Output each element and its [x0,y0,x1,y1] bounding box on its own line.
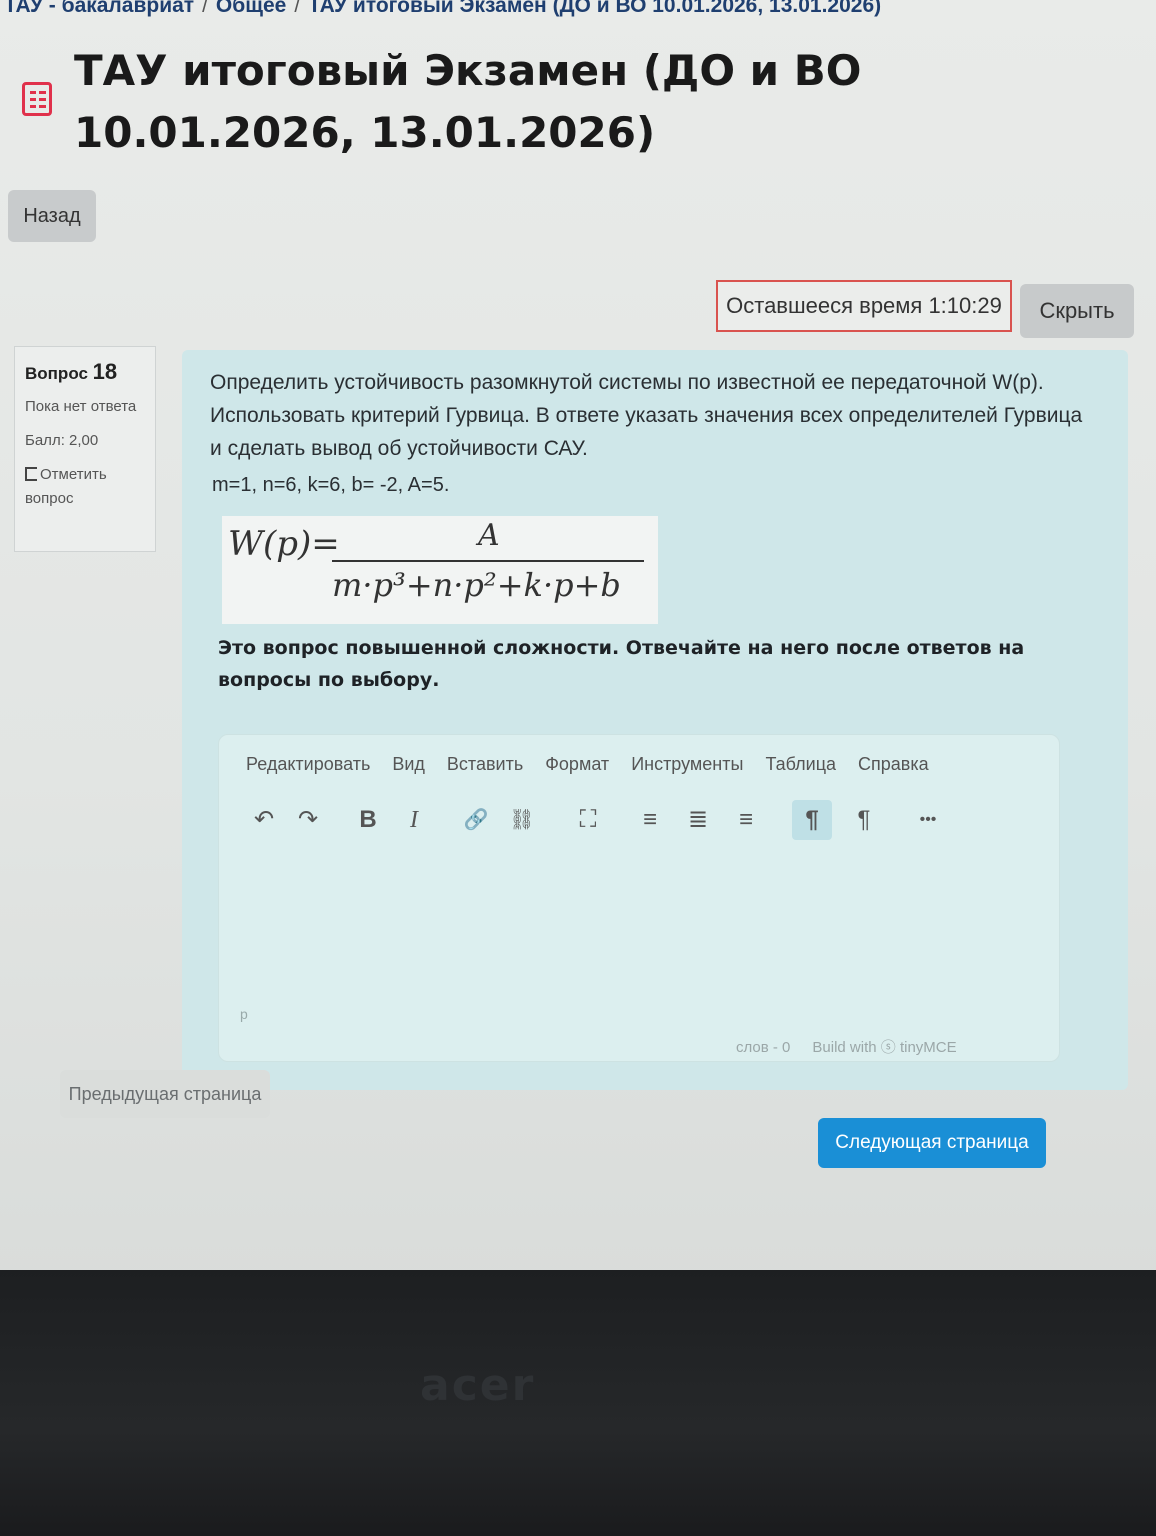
editor-path: p [240,1006,248,1022]
word-count: слов - 0 [736,1039,791,1056]
breadcrumb-general[interactable]: Общее [216,0,286,17]
timer-display: Оставшееся время 1:10:29 [716,280,1012,332]
menu-tools[interactable]: Инструменты [631,754,743,775]
next-page-button[interactable]: Следующая страница [818,1118,1046,1168]
align-left-icon[interactable]: ≡ [630,800,670,840]
back-button[interactable]: Назад [8,190,96,242]
difficulty-warning: Это вопрос повышенной сложности. Отвечай… [218,637,1025,691]
menu-format[interactable]: Формат [545,754,609,775]
undo-icon[interactable]: ↶ [244,800,284,840]
unlink-icon[interactable]: ⛓ [502,800,542,840]
bold-icon[interactable]: B [348,800,388,840]
question-score: Балл: 2,00 [25,432,99,449]
editor-toolbar: ↶ ↷ B I 🔗 ⛓ ⛶ ≡ ≣ ≡ ¶ ¶ ••• [244,800,964,844]
page-title: ТАУ итоговый Экзамен (ДО и ВО 10.01.2026… [74,46,862,157]
question-text: Определить устойчивость разомкнутой сист… [210,371,1083,460]
quiz-icon [22,82,52,116]
align-right-icon[interactable]: ≡ [726,800,766,840]
monitor-bezel [0,1270,1156,1536]
formula-denominator: m·p³+n·p²+k·p+b [332,566,621,604]
formula-lhs: W(p)= [228,524,340,564]
monitor-brand-logo: acer [420,1360,536,1411]
prev-page-button[interactable]: Предыдущая страница [60,1070,270,1118]
question-number: Вопрос 18 [25,359,118,384]
italic-icon[interactable]: I [394,800,434,840]
editor-statusbar: слов - 0 Build with ⓢ tinyMCE [736,1036,957,1057]
browser-screen: ТАУ - бакалавриат / Общее / ТАУ итоговый Экз… [0,0,1156,1290]
breadcrumb-course[interactable]: ТАУ - бакалавриат [4,0,194,17]
transfer-function-formula: W(p)= A m·p³+n·p²+k·p+b [222,516,658,624]
menu-help[interactable]: Справка [858,754,929,775]
hide-timer-button[interactable]: Скрыть [1020,284,1134,338]
breadcrumb: ТАУ - бакалавриат / Общее / ТАУ итоговый Экз… [4,0,881,18]
flag-icon [25,467,37,481]
menu-edit[interactable]: Редактировать [246,754,370,775]
editor-menubar: Редактировать Вид Вставить Формат Инстру… [246,754,929,775]
ltr-icon[interactable]: ¶ [792,800,832,840]
flag-question-link[interactable]: Отметить вопрос [25,463,145,511]
align-center-icon[interactable]: ≣ [678,800,718,840]
more-icon[interactable]: ••• [908,800,948,840]
fullscreen-icon[interactable]: ⛶ [568,800,608,840]
fraction-bar [332,560,644,562]
link-icon[interactable]: 🔗 [456,800,496,840]
formula-numerator: A [478,518,500,553]
menu-insert[interactable]: Вставить [447,754,523,775]
menu-table[interactable]: Таблица [765,754,836,775]
question-status: Пока нет ответа [25,398,137,415]
tinymce-branding[interactable]: Build with ⓢ tinyMCE [812,1039,956,1056]
answer-editor[interactable] [218,734,1060,1062]
question-info-panel: Вопрос 18 Пока нет ответа Балл: 2,00 Отм… [14,346,156,552]
question-params: m=1, n=6, k=6, b= -2, A=5. [212,474,450,496]
redo-icon[interactable]: ↷ [288,800,328,840]
rtl-icon[interactable]: ¶ [844,800,884,840]
breadcrumb-quiz[interactable]: ТАУ итоговый Экзамен (ДО и ВО 10.01.2026… [308,0,881,17]
menu-view[interactable]: Вид [392,754,425,775]
